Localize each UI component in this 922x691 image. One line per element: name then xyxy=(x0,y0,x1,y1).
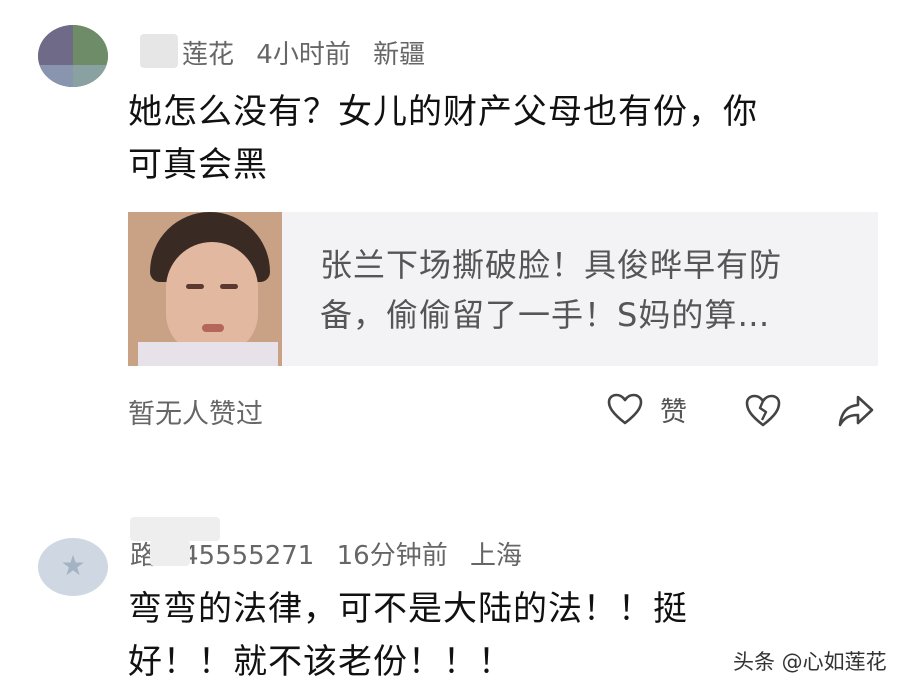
article-title-line: 备，偷偷留了一手！S妈的算… xyxy=(320,296,771,334)
avatar-block xyxy=(38,65,108,87)
user-avatar[interactable] xyxy=(38,25,108,87)
comment-meta: 路人45555271 16分钟前 上海 xyxy=(130,535,536,572)
thumbnail-shape xyxy=(186,284,204,289)
thumbnail-shape xyxy=(220,284,238,289)
comment-location: 上海 xyxy=(469,541,522,571)
comment-actions: 暂无人赞过 赞 xyxy=(0,392,922,432)
watermark: 头条 @心如莲花 xyxy=(733,650,887,674)
comment-time: 16分钟前 xyxy=(336,541,448,571)
thumbnail-shape xyxy=(166,242,258,354)
comment-line: 弯弯的法律，可不是大陆的法！！挺 xyxy=(128,589,688,629)
no-likes-text: 暂无人赞过 xyxy=(128,399,263,430)
thumbnail-shape xyxy=(202,324,224,332)
article-thumbnail xyxy=(128,212,282,366)
share-arrow-icon[interactable] xyxy=(836,392,876,430)
heart-outline-icon xyxy=(607,393,643,425)
username[interactable]: 莲花 xyxy=(182,40,234,70)
comment-text: 她怎么没有？女儿的财产父母也有份，你 可真会黑 xyxy=(128,86,868,192)
user-avatar[interactable]: ★ xyxy=(38,538,108,596)
article-title-line: 张兰下场撕破脸！具俊晔早有防 xyxy=(320,246,783,284)
comment-meta: 莲花 4小时前 新疆 xyxy=(138,34,439,71)
broken-heart-icon[interactable] xyxy=(744,392,782,428)
thumbnail-shape xyxy=(138,342,278,366)
article-title: 张兰下场撕破脸！具俊晔早有防 备，偷偷留了一手！S妈的算… xyxy=(320,240,840,340)
comment-line: 她怎么没有？女儿的财产父母也有份，你 xyxy=(128,92,758,132)
comment-time: 4小时前 xyxy=(256,40,351,70)
comment-location: 新疆 xyxy=(373,40,426,70)
linked-article-card[interactable]: 张兰下场撕破脸！具俊晔早有防 备，偷偷留了一手！S妈的算… xyxy=(128,212,878,366)
like-label: 赞 xyxy=(660,397,687,428)
comment-line: 可真会黑 xyxy=(128,145,268,185)
star-icon: ★ xyxy=(60,549,86,582)
username-blur xyxy=(150,540,190,566)
